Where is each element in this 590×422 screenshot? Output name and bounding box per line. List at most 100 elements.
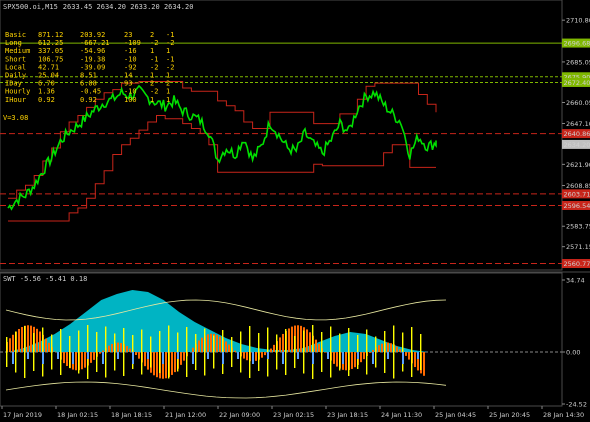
stats-cell-v5: 1 [166,88,170,96]
price-tick-label: 2583.75 [566,223,590,231]
indicator-yellow-bar [96,332,98,372]
stats-cell-label: IHour [5,96,26,104]
stats-cell-v2: 0.92 [80,96,97,104]
indicator-blue-bar [12,352,14,364]
indicator-orange-bar [81,352,83,370]
indicator-tick-label: 34.74 [566,277,585,285]
indicator-yellow-bar [339,333,341,371]
indicator-orange-bar [414,352,416,368]
indicator-yellow-bar [114,333,116,371]
indicator-blue-bar [372,352,374,364]
indicator-yellow-bar [411,327,413,377]
stats-cell-v4: 1 [150,96,154,104]
chart-symbol: SPX500.oi,M15 2633.45 2634.20 2633.20 263… [3,3,193,11]
indicator-orange-bar [9,338,11,352]
indicator-tick-label: 0.00 [566,349,580,357]
indicator-blue-bar [57,352,59,359]
indicator-orange-bar [111,343,113,352]
indicator-blue-bar [192,352,194,364]
stats-cell-v1: 337.05 [38,47,63,55]
indicator-orange-bar [165,352,167,379]
indicator-blue-bar [27,352,29,359]
stats-cell-v4: 1 [150,47,154,55]
stats-cell-v4: -1 [150,55,158,63]
stats-cell-v1: 612.25 [38,39,63,47]
volatility-label: V=3.08 [3,114,28,122]
stats-cell-label: Medium [5,47,30,55]
indicator-orange-bar [300,325,302,352]
stats-cell-v5: 1 [166,96,170,104]
stats-cell-v5: 2 [166,80,170,88]
indicator-orange-bar [219,336,221,352]
indicator-yellow-bar [285,329,287,375]
indicator-yellow-bar [348,328,350,376]
indicator-blue-bar [132,352,134,364]
indicator-orange-bar [234,350,236,352]
stats-cell-v4: 2 [150,31,154,39]
stats-cell-v3: -10 [124,88,137,96]
indicator-yellow-bar [150,336,152,368]
indicator-orange-bar [243,352,245,359]
indicator-yellow-bar [24,326,26,378]
indicator-orange-bar [144,352,146,367]
stats-cell-v4: 2 [150,80,154,88]
indicator-blue-bar [312,352,314,364]
price-badge-label: 2560.77 [564,260,590,268]
indicator-yellow-bar [294,336,296,368]
indicator-orange-bar [399,349,401,352]
indicator-yellow-bar [195,334,197,370]
indicator-yellow-bar [276,334,278,370]
price-badge-label: 2596.54 [564,202,590,210]
indicator-orange-bar [216,334,218,352]
indicator-orange-bar [63,352,65,364]
price-tick-label: 2685.05 [566,58,590,66]
indicator-header: SWT -5.56 -5.41 0.18 [3,275,87,283]
time-tick-label: 25 Jan 20:45 [489,411,530,419]
price-badge-label: 2672.40 [564,79,590,87]
indicator-yellow-bar [186,327,188,377]
indicator-blue-bar [357,352,359,359]
indicator-blue-bar [147,352,149,359]
price-tick-label: 2621.90 [566,161,590,169]
indicator-orange-bar [183,352,185,361]
indicator-orange-bar [201,337,203,352]
indicator-orange-bar [126,346,128,352]
indicator-orange-bar [66,352,68,366]
indicator-yellow-bar [204,328,206,376]
indicator-yellow-bar [213,335,215,369]
time-tick-label: 21 Jan 12:00 [165,411,206,419]
indicator-orange-bar [39,331,41,352]
indicator-yellow-bar [366,329,368,375]
indicator-orange-bar [99,352,101,354]
indicator-orange-bar [390,343,392,352]
price-tick-label: 2710.80 [566,17,590,25]
stats-cell-label: Daily [5,72,26,80]
indicator-yellow-bar [420,334,422,370]
indicator-orange-bar [378,345,380,352]
indicator-yellow-bar [6,337,8,367]
indicator-orange-bar [405,352,407,356]
indicator-yellow-bar [330,326,332,378]
indicator-yellow-bar [69,336,71,368]
indicator-blue-bar [102,352,104,364]
indicator-yellow-bar [33,333,35,371]
indicator-blue-bar [252,352,254,364]
stats-cell-v3: 93 [124,80,132,88]
stats-cell-v5: -2 [166,39,174,47]
indicator-orange-bar [228,344,230,352]
indicator-yellow-bar [258,333,260,371]
price-tick-label: 2608.85 [566,182,590,190]
indicator-orange-bar [207,334,209,352]
stats-cell-v1: 871.12 [38,31,63,39]
stats-cell-v5: -1 [166,31,174,39]
indicator-orange-bar [360,352,362,363]
indicator-yellow-bar [60,329,62,375]
indicator-yellow-bar [249,326,251,378]
indicator-orange-bar [171,352,173,375]
indicator-blue-bar [177,352,179,359]
price-badge-label: 2603.71 [564,190,590,198]
price-badge-label: 2640.86 [564,130,590,138]
indicator-yellow-bar [240,331,242,373]
indicator-orange-bar [210,333,212,352]
indicator-orange-bar [279,337,281,352]
